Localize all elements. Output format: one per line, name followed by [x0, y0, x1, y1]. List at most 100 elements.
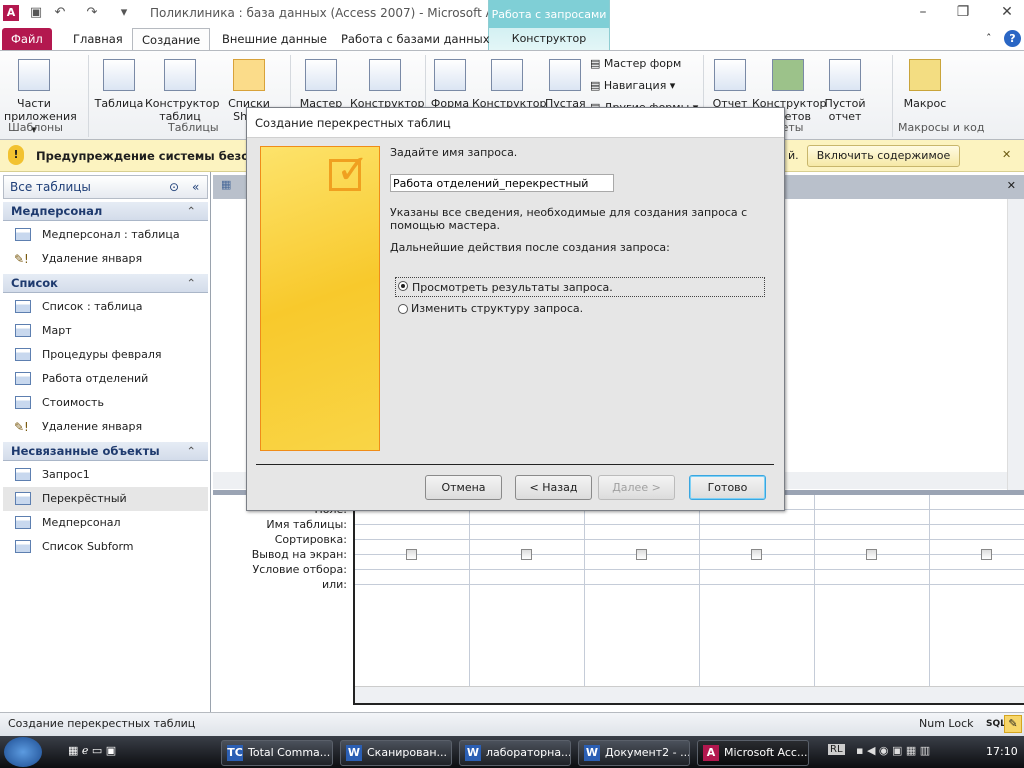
tab-database-tools[interactable]: Работа с базами данных	[332, 28, 499, 50]
nav-section-header[interactable]: Медперсонал ⌃	[3, 202, 208, 221]
start-button[interactable]	[4, 737, 42, 767]
blank-form-button[interactable]: Пустая	[545, 51, 586, 110]
form-button[interactable]: Форма	[430, 51, 470, 110]
warning-icon: !	[8, 145, 24, 165]
close-button[interactable]: ✕	[994, 4, 1020, 22]
nav-section-title: Несвязанные объекты	[11, 444, 160, 458]
nav-menu-icon[interactable]: ⊙	[169, 176, 179, 198]
restore-button[interactable]: ❐	[950, 4, 976, 22]
nav-header[interactable]: Все таблицы ⊙ «	[3, 175, 208, 199]
tray-icons[interactable]: ▪ ◀ ◉ ▣ ▦ ▥	[856, 744, 930, 757]
show-checkbox[interactable]	[636, 549, 647, 560]
show-checkbox[interactable]	[751, 549, 762, 560]
nav-item[interactable]: Процедуры февраля	[3, 343, 208, 367]
nav-item[interactable]: Март	[3, 319, 208, 343]
next-button[interactable]: Далее >	[598, 475, 675, 500]
access-logo-icon[interactable]: A	[3, 5, 19, 21]
collapse-section-icon[interactable]: ⌃	[186, 442, 196, 460]
nav-item[interactable]: Запрос1	[3, 463, 208, 487]
query-name-input[interactable]	[390, 174, 614, 192]
view-results-label[interactable]: Просмотреть результаты запроса.	[395, 277, 765, 297]
nav-item[interactable]: Стоимость	[3, 391, 208, 415]
nav-section-title: Медперсонал	[11, 204, 103, 218]
tab-create[interactable]: Создание	[132, 28, 211, 50]
minimize-button[interactable]: –	[910, 4, 936, 22]
vertical-scrollbar[interactable]	[1007, 199, 1024, 491]
nav-item[interactable]: ✎! Удаление января	[3, 247, 208, 271]
taskbar-item[interactable]: A Microsoft Acc...	[697, 740, 809, 766]
back-button[interactable]: < Назад	[515, 475, 592, 500]
nav-item-label: Список Subform	[42, 540, 134, 553]
info-text: Указаны все сведения, необходимые для со…	[390, 206, 748, 232]
collapse-ribbon-icon[interactable]: ˆ	[986, 32, 992, 45]
nav-item[interactable]: Медперсонал	[3, 511, 208, 535]
navigation-button[interactable]: ▤ Навигация ▾	[590, 79, 675, 92]
query-design-button[interactable]: Конструктор	[350, 51, 424, 110]
close-document-icon[interactable]: ✕	[1007, 179, 1016, 192]
undo-icon[interactable]: ↶	[52, 5, 68, 21]
help-icon[interactable]: ?	[1004, 30, 1021, 47]
group-templates: Шаблоны	[8, 121, 63, 134]
nav-item[interactable]: Список : таблица	[3, 295, 208, 319]
customize-qat-icon[interactable]: ▾	[116, 5, 132, 21]
table-button[interactable]: Таблица	[94, 51, 144, 110]
query-design-icon	[369, 59, 401, 91]
form-wizard-button[interactable]: ▤ Мастер форм	[590, 57, 681, 70]
design-grid[interactable]	[353, 495, 1024, 705]
report-button[interactable]: Отчет	[710, 51, 750, 110]
redo-icon[interactable]: ↷	[84, 5, 100, 21]
table-design-button[interactable]: Конструктор таблиц	[145, 51, 219, 123]
clock[interactable]: 17:10	[986, 745, 1018, 758]
form-design-button[interactable]: Конструктор	[472, 51, 546, 110]
grid-row-line	[355, 524, 1024, 525]
object-icon	[15, 516, 31, 529]
sharepoint-icon	[233, 59, 265, 91]
tab-home[interactable]: Главная	[64, 28, 132, 50]
quick-launch-icons[interactable]: ▦ ℯ ▭ ▣	[68, 744, 116, 757]
app-parts-icon	[18, 59, 50, 91]
nav-item[interactable]: ✎! Удаление января	[3, 415, 208, 439]
macro-button[interactable]: Макрос	[898, 51, 952, 110]
nav-item[interactable]: Перекрёстный	[3, 487, 208, 511]
taskbar-item[interactable]: Wлабораторна...	[459, 740, 571, 766]
show-checkbox[interactable]	[981, 549, 992, 560]
taskbar-item-label: Total Comma...	[248, 746, 331, 759]
query-name-prompt: Задайте имя запроса.	[390, 146, 518, 159]
label: Таблица	[94, 97, 144, 110]
enable-content-button[interactable]: Включить содержимое	[807, 145, 960, 167]
modify-design-label[interactable]: Изменить структуру запроса.	[411, 302, 583, 315]
save-icon[interactable]: ▣	[28, 5, 44, 21]
nav-section-header[interactable]: Список ⌃	[3, 274, 208, 293]
cancel-button[interactable]: Отмена	[425, 475, 502, 500]
nav-item[interactable]: Список Subform	[3, 535, 208, 559]
close-warning-icon[interactable]: ✕	[1002, 148, 1011, 161]
taskbar-item[interactable]: TC Total Comma...	[221, 740, 333, 766]
nav-item-label: Удаление января	[42, 252, 143, 265]
query-tab-icon[interactable]: ▦	[221, 178, 231, 191]
design-view-button[interactable]: ✎	[1004, 715, 1022, 733]
nav-item[interactable]: Работа отделений	[3, 367, 208, 391]
tab-external-data[interactable]: Внешние данные	[213, 28, 336, 50]
tab-file[interactable]: Файл	[2, 28, 52, 50]
language-indicator[interactable]: RL	[828, 744, 845, 755]
finish-button[interactable]: Готово	[689, 475, 766, 500]
nav-section-header[interactable]: Несвязанные объекты ⌃	[3, 442, 208, 461]
taskbar-item[interactable]: W Документ2 - ...	[578, 740, 690, 766]
nav-item[interactable]: Медперсонал : таблица	[3, 223, 208, 247]
show-checkbox[interactable]	[406, 549, 417, 560]
query-wizard-button[interactable]: Мастер	[296, 51, 346, 110]
blank-report-button[interactable]: Пустой отчет	[824, 51, 866, 123]
app-icon: W	[584, 745, 600, 761]
navigation-pane: Все таблицы ⊙ « Медперсонал ⌃ Медперсонал …	[0, 172, 211, 712]
show-checkbox[interactable]	[866, 549, 877, 560]
collapse-section-icon[interactable]: ⌃	[186, 202, 196, 220]
collapse-section-icon[interactable]: ⌃	[186, 274, 196, 292]
sql-view-button[interactable]: SQL	[986, 713, 1006, 735]
modify-design-radio[interactable]	[398, 304, 408, 314]
grid-row-label: Условие отбора:	[252, 563, 348, 576]
grid-horizontal-scrollbar[interactable]	[355, 686, 1024, 703]
status-text: Создание перекрестных таблиц	[8, 717, 196, 730]
show-checkbox[interactable]	[521, 549, 532, 560]
taskbar-item[interactable]: W Сканирован...	[340, 740, 452, 766]
collapse-nav-icon[interactable]: «	[192, 176, 199, 198]
